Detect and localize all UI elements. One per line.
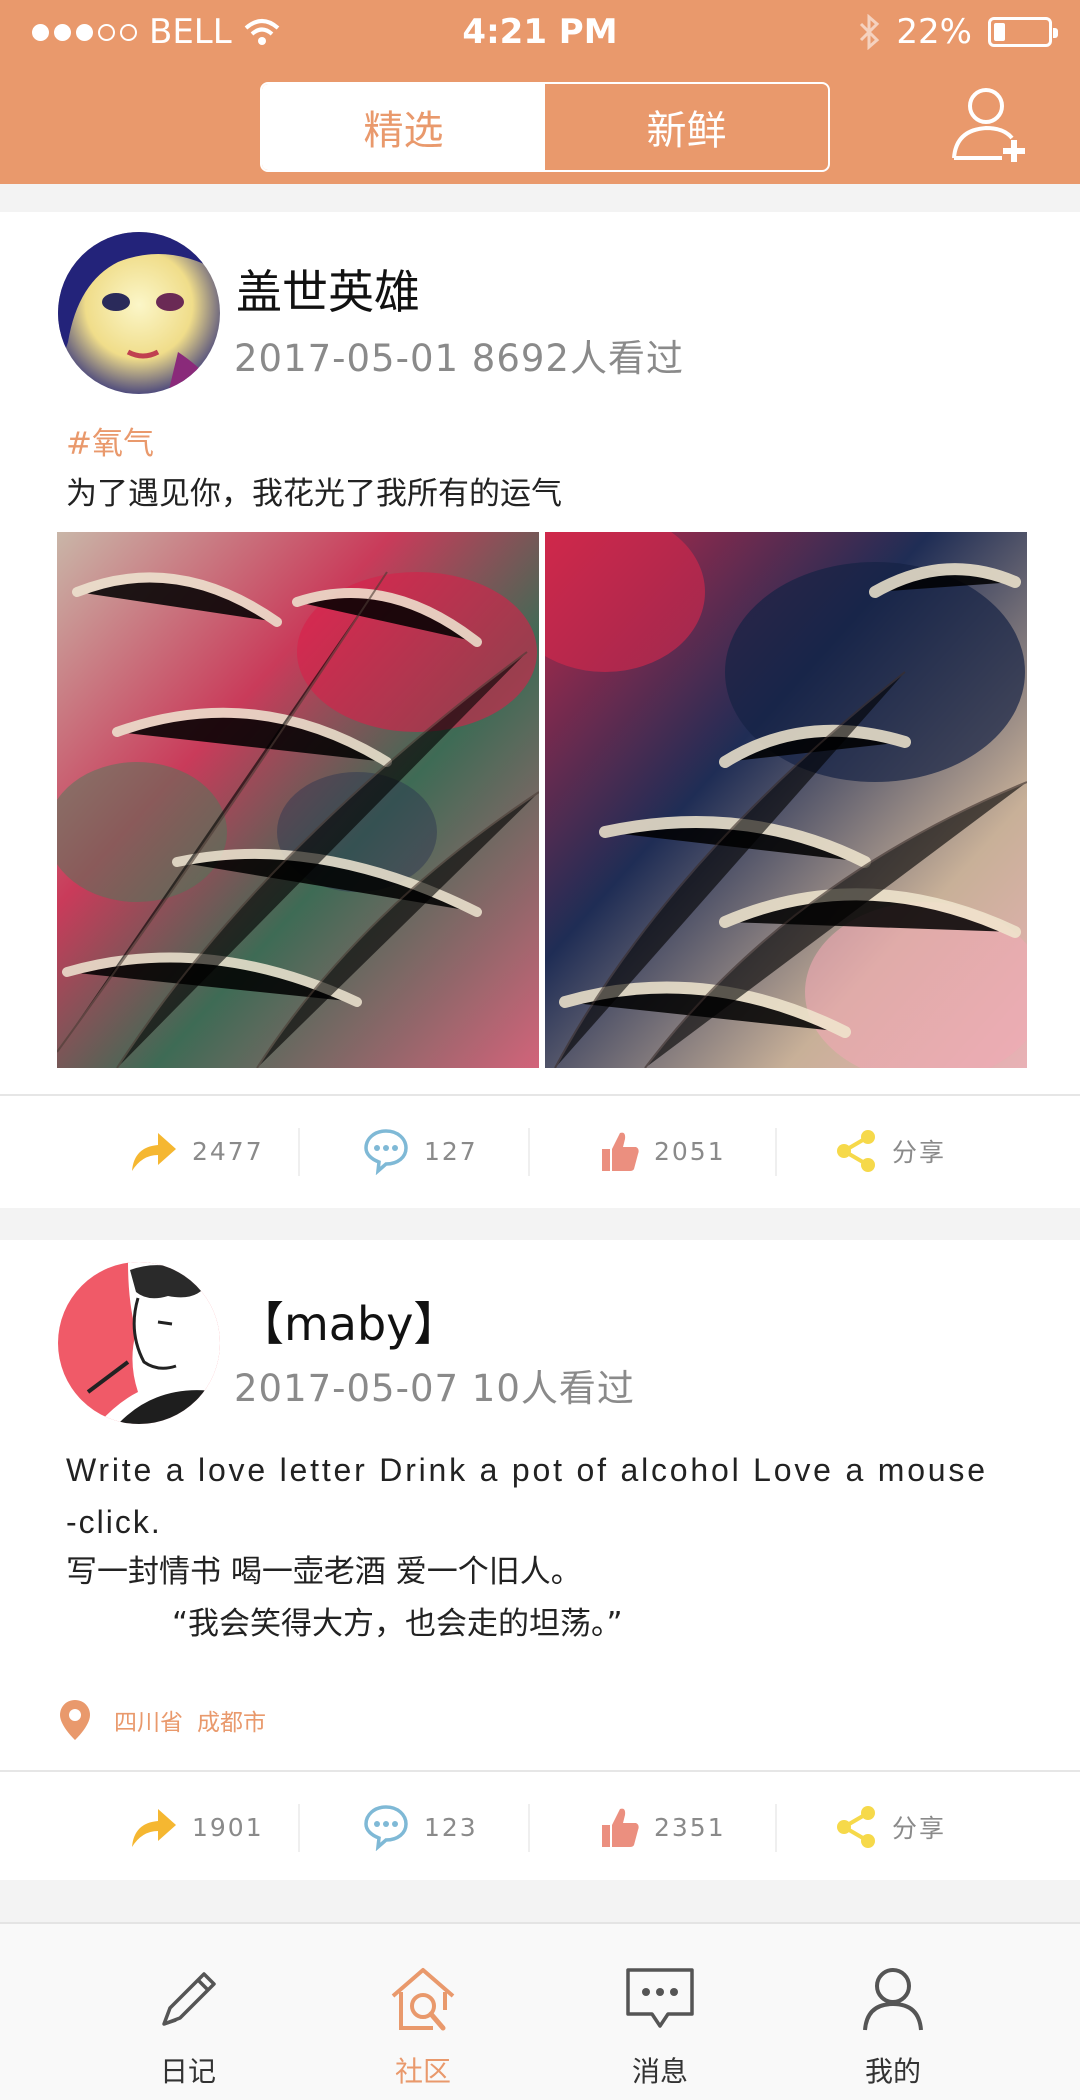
post-meta: 2017-05-07 10人看过 — [234, 1367, 635, 1410]
avatar[interactable] — [58, 1262, 220, 1424]
like-button[interactable]: 2051 — [600, 1096, 726, 1206]
person-icon — [863, 1968, 923, 2031]
comment-count: 127 — [424, 1136, 478, 1166]
comment-button[interactable]: 127 — [362, 1096, 478, 1206]
tab-label: 消息 — [631, 2055, 688, 2088]
house-search-icon — [391, 1968, 455, 2031]
tab-me[interactable]: 我的 — [793, 1924, 993, 2100]
share-label: 分享 — [892, 1138, 947, 1167]
post-card[interactable]: 【maby】 2017-05-07 10人看过 Write a love let… — [0, 1240, 1080, 1880]
thumbs-up-icon — [602, 1808, 639, 1847]
post-text-line: 写一封情书 喝一壶老酒 爱一个旧人。 — [66, 1554, 582, 1590]
share-button[interactable]: 分享 — [834, 1772, 946, 1882]
bluetooth-icon — [860, 14, 880, 50]
post-photo[interactable] — [57, 532, 539, 1068]
feed-segmented-control: 精选 新鲜 — [260, 82, 830, 172]
username[interactable]: 盖世英雄 — [236, 256, 420, 322]
share-icon — [837, 1130, 875, 1172]
share-button[interactable]: 分享 — [834, 1096, 946, 1206]
location-pin-icon — [60, 1700, 90, 1740]
tab-label: 日记 — [159, 2055, 216, 2088]
hashtag[interactable]: #氧气 — [66, 418, 154, 463]
avatar[interactable] — [58, 232, 220, 394]
post-actions: 1901 123 2351 分享 — [0, 1770, 1080, 1882]
post-text-line: Write a love letter Drink a pot of alcoh… — [66, 1452, 988, 1488]
bottom-tab-bar: 日记 社区 消息 我的 — [0, 1922, 1080, 2100]
battery-icon — [988, 17, 1058, 47]
forward-count: 1901 — [192, 1812, 264, 1842]
tab-label: 社区 — [394, 2055, 451, 2088]
like-count: 2351 — [654, 1812, 726, 1842]
tab-fresh[interactable]: 新鲜 — [545, 84, 828, 170]
tab-label: 我的 — [864, 2055, 921, 2088]
forward-count: 2477 — [192, 1136, 264, 1166]
tab-featured[interactable]: 精选 — [262, 84, 545, 170]
status-right: 22% — [858, 12, 1058, 52]
tab-community[interactable]: 社区 — [323, 1924, 523, 2100]
like-count: 2051 — [654, 1136, 726, 1166]
comment-icon — [364, 1805, 408, 1851]
like-button[interactable]: 2351 — [600, 1772, 726, 1882]
post-card[interactable]: 盖世英雄 2017-05-01 8692人看过 #氧气 为了遇见你，我花光了我所… — [0, 212, 1080, 1208]
forward-icon — [132, 1809, 176, 1847]
post-text-line: “我会笑得大方，也会走的坦荡。” — [172, 1606, 623, 1642]
top-bar: BELL 4:21 PM 22% 精选 新鲜 — [0, 0, 1080, 184]
share-label: 分享 — [892, 1814, 947, 1843]
chat-bubble-icon — [626, 1968, 694, 2028]
post-text-line: -click. — [66, 1504, 162, 1540]
forward-icon — [132, 1133, 176, 1171]
pencil-icon — [162, 1972, 216, 2026]
forward-button[interactable]: 1901 — [128, 1772, 264, 1882]
forward-button[interactable]: 2477 — [128, 1096, 264, 1206]
thumbs-up-icon — [602, 1132, 639, 1171]
comment-button[interactable]: 123 — [362, 1772, 478, 1882]
share-icon — [837, 1806, 875, 1848]
tab-diary[interactable]: 日记 — [88, 1924, 288, 2100]
post-actions: 2477 127 2051 分享 — [0, 1094, 1080, 1206]
location[interactable]: 四川省 成都市 — [58, 1698, 266, 1742]
status-bar: BELL 4:21 PM 22% — [0, 0, 1080, 64]
comment-icon — [364, 1129, 408, 1175]
post-meta: 2017-05-01 8692人看过 — [234, 337, 684, 380]
comment-count: 123 — [424, 1812, 478, 1842]
location-city: 成都市 — [197, 1710, 266, 1736]
location-province: 四川省 — [114, 1710, 183, 1736]
add-user-icon[interactable] — [948, 80, 1032, 164]
post-photo[interactable] — [545, 532, 1027, 1068]
username[interactable]: 【maby】 — [238, 1288, 459, 1354]
post-text: 为了遇见你，我花光了我所有的运气 — [66, 476, 562, 512]
battery-percent: 22% — [896, 12, 972, 52]
tab-messages[interactable]: 消息 — [560, 1924, 760, 2100]
